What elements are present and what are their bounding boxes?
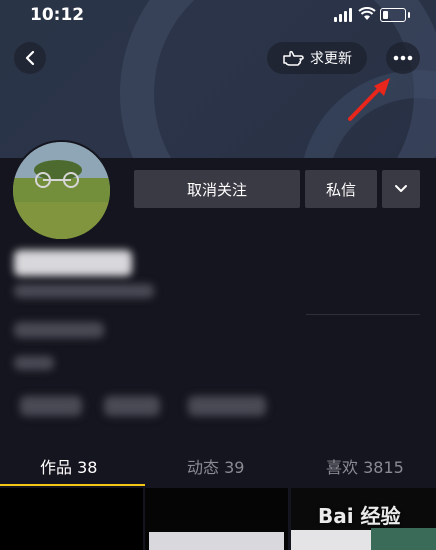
grid-item[interactable] [0, 488, 143, 550]
watermark-text: Bai 经验 [318, 504, 401, 528]
profile-tabs: 作品 38 动态 39 喜欢 3815 [0, 446, 436, 486]
grid-thumbnail [291, 530, 371, 550]
blurred-id [14, 284, 154, 298]
more-dots-icon [393, 55, 413, 61]
divider [306, 314, 420, 315]
grid-thumbnail [149, 532, 284, 550]
expand-button[interactable] [382, 170, 420, 208]
battery-icon [380, 8, 410, 22]
baidu-watermark: Bai 经验 [318, 500, 401, 529]
back-button[interactable] [14, 42, 46, 74]
blurred-bio-line [14, 356, 54, 370]
blurred-stat [188, 396, 266, 416]
chevron-down-icon [395, 185, 407, 192]
tab-likes[interactable]: 喜欢 3815 [326, 454, 404, 478]
more-options-button[interactable] [386, 42, 420, 74]
chevron-left-icon [25, 50, 35, 66]
grid-item[interactable] [145, 488, 288, 550]
hand-point-icon [283, 50, 304, 66]
annotation-arrow-icon [348, 78, 390, 121]
avatar-photo [13, 142, 110, 239]
grid-thumbnail [371, 528, 436, 550]
blurred-stat [20, 396, 82, 416]
blurred-bio [14, 322, 104, 338]
blurred-stat [104, 396, 160, 416]
avatar[interactable] [11, 140, 112, 241]
unfollow-button[interactable]: 取消关注 [134, 170, 300, 208]
wifi-icon [358, 7, 376, 20]
tab-activity[interactable]: 动态 39 [187, 454, 244, 478]
active-tab-indicator [0, 484, 145, 486]
message-button[interactable]: 私信 [305, 170, 377, 208]
request-update-label: 求更新 [310, 51, 352, 67]
request-update-button[interactable]: 求更新 [267, 42, 367, 74]
signal-icon [334, 8, 352, 22]
status-bar: 10:12 [0, 0, 436, 32]
blurred-username [14, 250, 132, 276]
status-time: 10:12 [30, 5, 85, 25]
tab-works[interactable]: 作品 38 [40, 454, 97, 478]
